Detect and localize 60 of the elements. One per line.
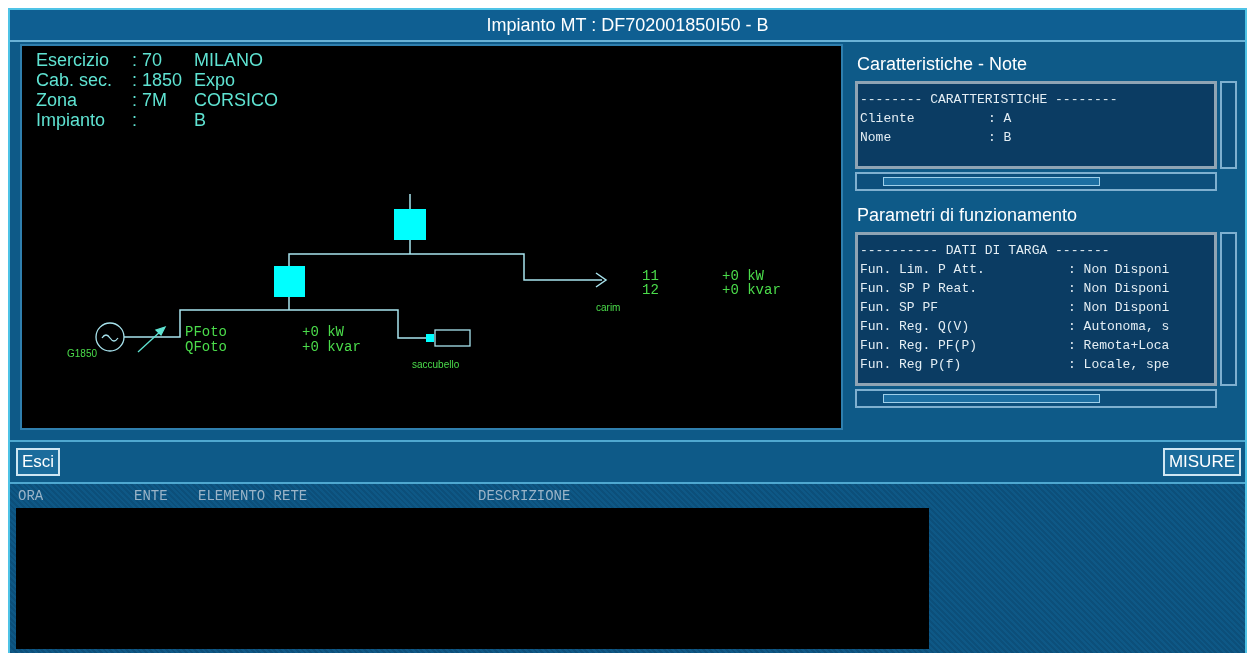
exit-button[interactable]: Esci xyxy=(16,448,61,476)
param-label: Fun. Lim. P Att. xyxy=(860,261,986,279)
feeder-label: carim xyxy=(596,302,621,313)
horizontal-scrollbar[interactable] xyxy=(855,172,1217,191)
param-label: Fun. Reg. PF(P) xyxy=(860,337,979,355)
measure-label: 11 xyxy=(642,268,659,284)
column-header: DESCRIZIONE xyxy=(478,488,572,504)
vertical-scrollbar[interactable] xyxy=(1220,81,1237,169)
param-label: Nome xyxy=(860,129,893,147)
column-header: ELEMENTO RETE xyxy=(198,488,309,504)
info-name: B xyxy=(194,110,207,130)
param-value: : Non Disponi xyxy=(1068,280,1171,298)
panel-title: Parametri di funzionamento xyxy=(857,205,1079,226)
measure-value: +0 kW xyxy=(302,324,344,340)
info-label: Impianto xyxy=(36,110,107,130)
section-heading: -------- CARATTERISTICHE -------- xyxy=(860,91,1119,109)
param-value: : Non Disponi xyxy=(1068,299,1171,317)
param-value: : Non Disponi xyxy=(1068,261,1171,279)
param-value: : A xyxy=(988,110,1013,128)
vertical-scrollbar[interactable] xyxy=(1220,232,1237,386)
measure-value: +0 kW xyxy=(722,268,764,284)
info-label: Esercizio xyxy=(36,50,111,70)
horizontal-scrollbar[interactable] xyxy=(855,389,1217,408)
window-title: Impianto MT : DF702001850I50 - B xyxy=(486,14,769,36)
param-label: Fun. SP PF xyxy=(860,299,939,317)
arrow-head-icon xyxy=(595,272,608,288)
load-icon xyxy=(426,329,471,347)
info-label: Zona xyxy=(36,90,79,110)
param-value: : Locale, spe xyxy=(1068,356,1171,374)
param-value: : B xyxy=(988,129,1013,147)
column-header: ENTE xyxy=(134,488,169,504)
measure-label: 12 xyxy=(642,282,659,298)
info-name: MILANO xyxy=(194,50,264,70)
generator-icon xyxy=(95,322,125,352)
param-label: Fun. Reg. Q(V) xyxy=(860,318,971,336)
section-heading: ---------- DATI DI TARGA ------- xyxy=(860,242,1111,260)
measure-value: +0 kvar xyxy=(302,339,361,355)
param-value: : Remota+Loca xyxy=(1068,337,1171,355)
measure-value: +0 kvar xyxy=(722,282,781,298)
info-value: : xyxy=(132,110,138,130)
column-header: ORA xyxy=(18,488,45,504)
info-label: Cab. sec. xyxy=(36,70,114,90)
load-label: saccubello xyxy=(412,359,460,370)
panel-title: Caratteristiche - Note xyxy=(857,54,1029,75)
info-value: : 1850 xyxy=(132,70,184,90)
info-value: : 70 xyxy=(132,50,164,70)
param-label: Fun. Reg P(f) xyxy=(860,356,963,374)
diagonal-arrow-icon xyxy=(137,325,167,353)
param-value: : Autonoma, s xyxy=(1068,318,1171,336)
generator-label: G1850 xyxy=(67,348,98,359)
param-label: Fun. SP P Reat. xyxy=(860,280,979,298)
param-label: Cliente xyxy=(860,110,916,128)
measures-button[interactable]: MISURE xyxy=(1162,448,1241,476)
info-name: Expo xyxy=(194,70,237,90)
breaker-icon xyxy=(394,209,426,240)
info-name: CORSICO xyxy=(194,90,278,110)
measure-label: PFoto xyxy=(185,324,227,340)
measure-label: QFoto xyxy=(185,339,227,355)
breaker-icon xyxy=(274,266,305,297)
info-value: : 7M xyxy=(132,90,168,110)
